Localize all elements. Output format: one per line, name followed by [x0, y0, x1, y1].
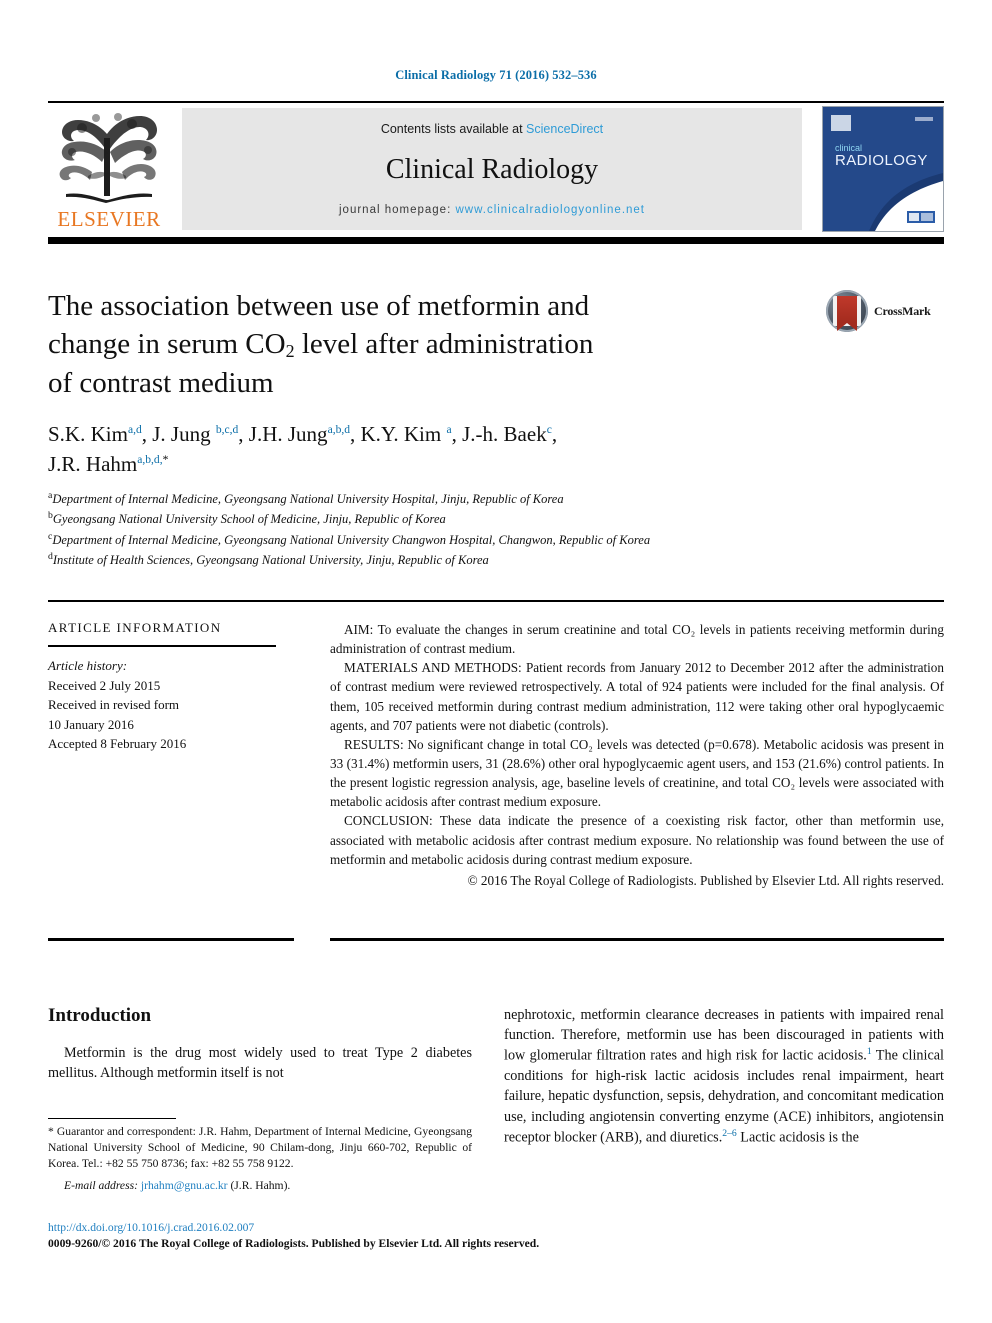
author-affiliation-marker: a,d	[127, 424, 142, 436]
article-history-item: 10 January 2016	[48, 716, 134, 732]
title-line-1: The association between use of metformin…	[48, 290, 590, 322]
author-list: S.K. Kima,d, J. Jung b,c,d, J.H. Junga,b…	[48, 422, 558, 476]
crossmark-badge[interactable]: CrossMark	[826, 290, 936, 334]
affiliation-item: cDepartment of Internal Medicine, Gyeong…	[48, 530, 838, 550]
crossmark-icon	[826, 290, 868, 332]
article-history-item: Received in revised form	[48, 697, 180, 712]
journal-cover-thumbnail: clinical RADIOLOGY	[822, 106, 944, 232]
homepage-label: journal homepage:	[339, 204, 456, 216]
intro-right-text-c: Lactic acidosis is the	[736, 1129, 859, 1146]
affiliation-text: Department of Internal Medicine, Gyeongs…	[52, 532, 651, 547]
abstract-results-text: No significant change in total CO₂ level…	[330, 736, 944, 810]
journal-article-page: Clinical Radiology 71 (2016) 532–536 ELS…	[0, 0, 992, 1323]
contents-available-line: Contents lists available at ScienceDirec…	[182, 122, 802, 136]
footnote-text: * Guarantor and correspondent: J.R. Hahm…	[48, 1125, 472, 1171]
abstract-bottom-rule	[330, 938, 944, 941]
doi-link[interactable]: http://dx.doi.org/10.1016/j.crad.2016.02…	[48, 1221, 254, 1234]
corresponding-author-marker: *	[162, 453, 169, 466]
abstract-aim-label: AIM:	[344, 622, 374, 637]
sciencedirect-band: Contents lists available at ScienceDirec…	[182, 108, 802, 230]
masthead-thick-divider	[48, 237, 944, 244]
section-heading-introduction: Introduction	[48, 1005, 152, 1026]
email-owner: (J.R. Hahm).	[230, 1178, 291, 1192]
abstract-column: AIM: To evaluate the changes in serum cr…	[330, 620, 944, 890]
journal-homepage-line: journal homepage: www.clinicalradiologyo…	[182, 204, 802, 216]
author-name: S.K. Kim	[48, 422, 128, 446]
body-column-left: Introduction Metformin is the drug most …	[48, 1005, 472, 1083]
journal-title: Clinical Radiology	[385, 154, 599, 185]
elsevier-wordmark: ELSEVIER	[57, 207, 161, 231]
abstract-top-rule	[48, 600, 944, 602]
article-history-item: Received 2 July 2015	[48, 677, 161, 693]
homepage-url-link[interactable]: www.clinicalradiologyonline.net	[455, 204, 645, 216]
affiliation-text: Department of Internal Medicine, Gyeongs…	[52, 492, 564, 507]
author-affiliation-marker: a	[446, 424, 452, 436]
footnote-rule	[48, 1118, 176, 1119]
footnote-email-line: E-mail address: jrhahm@gnu.ac.kr (J.R. H…	[48, 1178, 472, 1194]
title-line-2b: level after administration	[294, 328, 594, 361]
article-history-block: Article history: Received 2 July 2015 Re…	[48, 656, 294, 754]
affiliation-list: aDepartment of Internal Medicine, Gyeong…	[48, 489, 838, 570]
author-affiliation-marker: a,b,d	[327, 424, 351, 436]
article-information-rule	[48, 645, 276, 647]
article-information-column: ARTICLE INFORMATION Article history: Rec…	[48, 620, 294, 754]
introduction-paragraph-left: Metformin is the drug most widely used t…	[48, 1045, 472, 1082]
author-name: J.-h. Baek	[462, 422, 547, 446]
author-affiliation-marker: c	[546, 424, 552, 436]
title-line-2a: change in serum CO	[48, 328, 286, 361]
article-history-item: Accepted 8 February 2016	[48, 736, 187, 751]
body-column-right: nephrotoxic, metformin clearance decreas…	[504, 1005, 944, 1148]
article-history-label: Article history:	[48, 658, 128, 673]
elsevier-tree-icon	[52, 108, 166, 206]
introduction-paragraph-right: nephrotoxic, metformin clearance decreas…	[504, 1005, 944, 1148]
article-information-heading: ARTICLE INFORMATION	[48, 620, 222, 635]
title-line-3: of contrast medium	[48, 366, 274, 399]
affiliation-item: dInstitute of Health Sciences, Gyeongsan…	[48, 550, 838, 570]
abstract-aim-paragraph: AIM: To evaluate the changes in serum cr…	[330, 620, 944, 658]
author-affiliation-marker: b,c,d	[215, 424, 239, 436]
crossmark-label: CrossMark	[874, 304, 931, 318]
sciencedirect-link[interactable]: ScienceDirect	[526, 122, 603, 136]
masthead-top-rule	[48, 101, 944, 103]
running-head: Clinical Radiology 71 (2016) 532–536	[395, 68, 597, 82]
affiliation-text: Gyeongsang National University School of…	[52, 512, 446, 527]
svg-text:RADIOLOGY: RADIOLOGY	[835, 152, 928, 169]
issn-copyright-line: 0009-9260/© 2016 The Royal College of Ra…	[48, 1237, 540, 1250]
abstract-aim-text: To evaluate the changes in serum creatin…	[330, 622, 944, 657]
correspondence-footnote: * Guarantor and correspondent: J.R. Hahm…	[48, 1124, 472, 1194]
email-address-label: E-mail address:	[64, 1178, 138, 1192]
abstract-conclusion-paragraph: CONCLUSION: These data indicate the pres…	[330, 811, 944, 868]
title-co2-subscript: 2	[285, 341, 295, 362]
page-title: The association between use of metformin…	[48, 287, 788, 402]
author-affiliation-marker: a,b,d,*	[137, 453, 169, 466]
author-name: J. Jung	[152, 422, 216, 446]
contents-prefix-text: Contents lists available at	[380, 122, 527, 136]
abstract-results-paragraph: RESULTS: No significant change in total …	[330, 735, 944, 812]
crossmark-ribbon-icon	[837, 296, 857, 331]
article-information-bottom-rule	[48, 938, 294, 941]
masthead: ELSEVIER Contents lists available at Sci…	[48, 106, 944, 232]
affiliation-text: Institute of Health Sciences, Gyeongsang…	[52, 553, 489, 567]
abstract-conclusion-label: CONCLUSION:	[344, 813, 433, 829]
abstract-methods-label: MATERIALS AND METHODS:	[344, 660, 522, 676]
author-name: K.Y. Kim	[360, 422, 447, 446]
affiliation-item: aDepartment of Internal Medicine, Gyeong…	[48, 489, 838, 509]
affiliation-item: bGyeongsang National University School o…	[48, 509, 838, 529]
abstract-results-label: RESULTS:	[344, 736, 404, 752]
email-address-link[interactable]: jrhahm@gnu.ac.kr	[141, 1179, 228, 1192]
abstract-methods-paragraph: MATERIALS AND METHODS: Patient records f…	[330, 658, 944, 735]
abstract-copyright: © 2016 The Royal College of Radiologists…	[467, 872, 944, 888]
author-name: J.H. Jung	[248, 422, 328, 446]
citation-ref-2-6[interactable]: 2–6	[722, 1128, 736, 1139]
author-name: J.R. Hahm	[48, 451, 138, 476]
elsevier-logo: ELSEVIER	[48, 106, 170, 232]
